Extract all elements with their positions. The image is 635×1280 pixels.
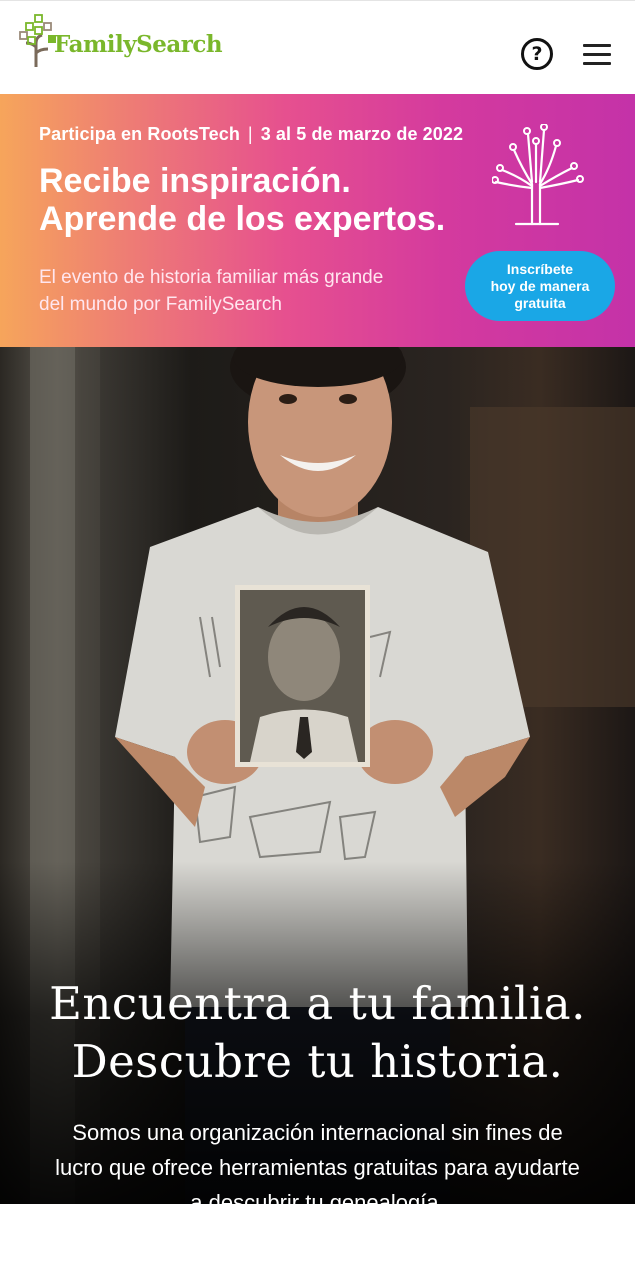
- rootstech-promo-banner[interactable]: Participa en RootsTech | 3 al 5 de marzo d…: [0, 94, 635, 347]
- banner-separator: |: [247, 124, 253, 144]
- banner-eyebrow: Participa en RootsTech | 3 al 5 de marzo d…: [39, 124, 463, 145]
- banner-subtitle-line: El evento de historia familiar más grand…: [39, 267, 384, 288]
- menu-bar: [583, 44, 611, 47]
- cta-line: hoy de manera: [490, 277, 590, 294]
- banner-title-line: Aprende de los expertos.: [39, 200, 446, 238]
- hero-title: Encuentra a tu familia. Descubre tu hist…: [0, 975, 635, 1091]
- banner-event-dates: 3 al 5 de marzo de 2022: [260, 124, 464, 144]
- cta-line: gratuita: [514, 294, 566, 311]
- register-free-button[interactable]: Inscríbete hoy de manera gratuita: [465, 251, 615, 321]
- hero-description-line: a descubrir tu genealogía.: [190, 1190, 445, 1204]
- banner-subtitle-line: del mundo por FamilySearch: [39, 294, 282, 315]
- hero-description-line: lucro que ofrece herramientas gratuitas …: [55, 1155, 580, 1180]
- banner-title: Recibe inspiración. Aprende de los exper…: [39, 162, 445, 238]
- cta-line: Inscríbete: [506, 260, 574, 277]
- hero-title-line: Encuentra a tu familia.: [49, 977, 586, 1030]
- hero-description-line: Somos una organización internacional sin…: [72, 1120, 563, 1145]
- logo-wordmark: FamilySearch: [54, 30, 223, 58]
- hamburger-menu-button[interactable]: [583, 44, 611, 66]
- page-below-fold: [0, 1204, 635, 1280]
- menu-bar: [583, 62, 611, 65]
- familysearch-logo[interactable]: FamilySearch: [18, 13, 223, 69]
- menu-bar: [583, 53, 611, 56]
- banner-title-line: Recibe inspiración.: [39, 162, 351, 200]
- hero-description: Somos una organización internacional sin…: [12, 1115, 623, 1204]
- banner-event-name: Participa en RootsTech: [39, 124, 240, 144]
- hero-title-line: Descubre tu historia.: [71, 1035, 564, 1088]
- banner-subtitle: El evento de historia familiar más grand…: [39, 264, 439, 318]
- help-button[interactable]: ?: [521, 38, 553, 70]
- hero-section: Encuentra a tu familia. Descubre tu hist…: [0, 347, 635, 1204]
- question-circle-icon: ?: [531, 43, 543, 65]
- rootstech-tree-icon: [492, 124, 584, 226]
- top-header: FamilySearch ?: [0, 0, 635, 94]
